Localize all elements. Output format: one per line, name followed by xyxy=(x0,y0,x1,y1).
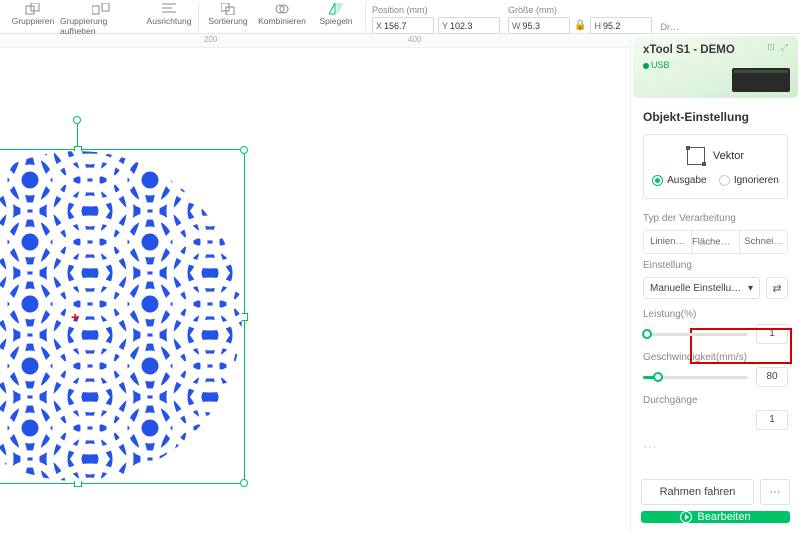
vector-icon xyxy=(687,147,705,165)
property-bar: Position (mm) X156.7 Y102.3 Größe (mm) W… xyxy=(368,2,679,34)
size-label: Größe (mm) xyxy=(508,5,652,15)
vector-label: Vektor xyxy=(713,150,744,162)
canvas[interactable]: 200 400 xyxy=(0,34,630,533)
device-illustration xyxy=(732,68,790,92)
rotation-label: Dr… xyxy=(660,22,679,32)
device-title: xTool S1 - DEMO xyxy=(643,44,788,56)
size-h-input[interactable]: H95.2 xyxy=(590,17,652,34)
lock-aspect-icon[interactable]: 🔒 xyxy=(574,20,586,31)
pass-input[interactable]: 1 xyxy=(756,410,788,430)
chevron-down-icon: ▾ xyxy=(748,283,753,294)
size-w-input[interactable]: W95.3 xyxy=(508,17,570,34)
power-slider[interactable] xyxy=(643,333,748,336)
preset-select[interactable]: Manuelle Einstellu…▾ xyxy=(643,277,760,299)
mirror-btn[interactable]: Spiegeln xyxy=(309,2,363,26)
processing-type-label: Typ der Verarbeitung xyxy=(643,213,788,224)
group-btn[interactable]: Gruppieren xyxy=(6,2,60,26)
play-icon xyxy=(680,511,692,523)
process-button[interactable]: Bearbeiten xyxy=(641,511,790,523)
pos-y-input[interactable]: Y102.3 xyxy=(438,17,500,34)
settings-title: Objekt-Einstellung xyxy=(643,110,788,124)
pass-label: Durchgänge xyxy=(643,395,788,406)
more-button[interactable]: ··· xyxy=(760,479,790,505)
speed-label: Geschwindigkeit(mm/s) xyxy=(643,352,788,363)
speed-slider[interactable] xyxy=(643,376,748,379)
object-type-box: Vektor Ausgabe Ignorieren xyxy=(643,134,788,199)
vector-object[interactable] xyxy=(0,149,245,484)
radio-ignore[interactable]: Ignorieren xyxy=(719,175,779,186)
power-label: Leistung(%) xyxy=(643,309,788,320)
combine-btn[interactable]: Kombinieren xyxy=(255,2,309,26)
align-btn[interactable]: Ausrichtung xyxy=(142,2,196,26)
power-input[interactable]: 1 xyxy=(756,324,788,344)
ungroup-btn[interactable]: Gruppierung aufheben xyxy=(60,2,142,36)
more-settings-dots[interactable]: ⋯ xyxy=(643,438,788,455)
pos-x-input[interactable]: X156.7 xyxy=(372,17,434,34)
top-toolbar: Gruppieren Gruppierung aufheben Ausricht… xyxy=(0,0,800,34)
position-label: Position (mm) xyxy=(372,5,500,15)
right-panel: ⊡ ⤢ xTool S1 - DEMO USB Objekt-Einstellu… xyxy=(630,34,800,533)
pin-icon[interactable]: ⊡ xyxy=(767,42,775,53)
swap-icon-btn[interactable]: ⇄ xyxy=(766,277,788,299)
seg-cut[interactable]: Schnei… xyxy=(740,231,787,253)
processing-type-seg: Linien… Fläche… Schnei… xyxy=(643,230,788,254)
speed-input[interactable]: 80 xyxy=(756,367,788,387)
radio-output[interactable]: Ausgabe xyxy=(652,175,706,186)
device-card[interactable]: ⊡ ⤢ xTool S1 - DEMO USB xyxy=(633,36,798,98)
seg-area[interactable]: Fläche… xyxy=(692,231,740,253)
frame-button[interactable]: Rahmen fahren xyxy=(641,479,754,505)
expand-icon[interactable]: ⤢ xyxy=(781,42,788,53)
ruler-top: 200 400 xyxy=(0,34,630,48)
origin-crosshair: + xyxy=(71,309,79,325)
sort-btn[interactable]: Sortierung xyxy=(201,2,255,26)
rotate-handle[interactable] xyxy=(73,116,81,124)
seg-line[interactable]: Linien… xyxy=(644,231,692,253)
setting-label: Einstellung xyxy=(643,260,788,271)
